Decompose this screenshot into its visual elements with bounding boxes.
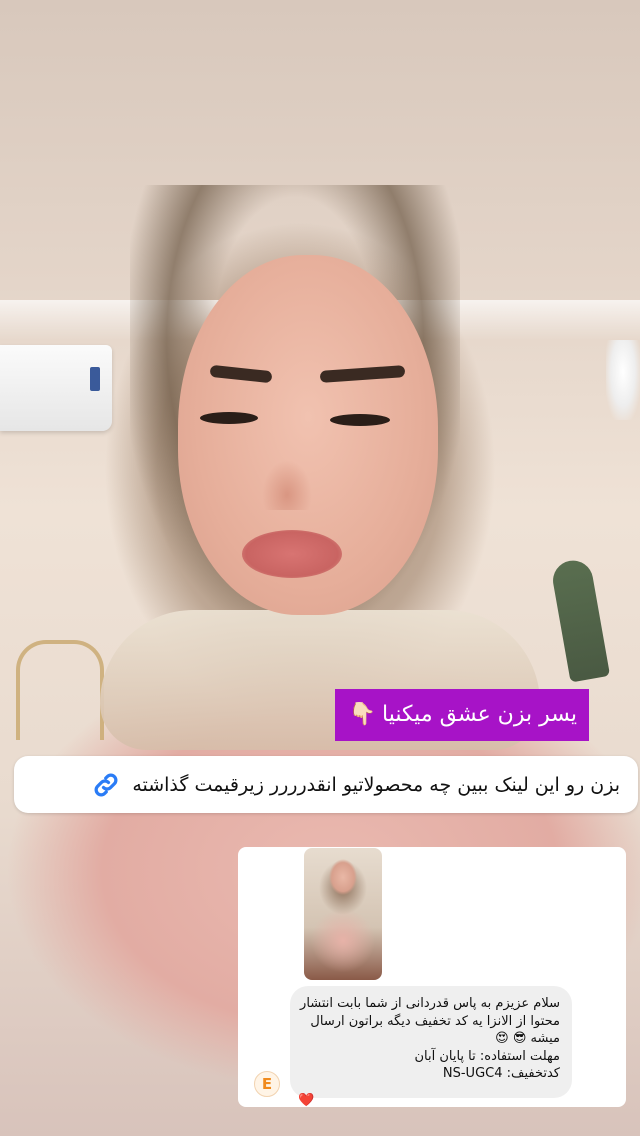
dm-message-line: میشه 😎 😍 (495, 1031, 560, 1046)
left-eye (200, 412, 258, 424)
link-sticker[interactable]: بزن رو این لینک ببین چه محصولاتیو انقدرر… (14, 756, 638, 813)
story-caption-purple: یسر بزن عشق میکنیا 👇🏻 (334, 689, 589, 741)
caption-text: یسر بزن عشق میکنیا (382, 702, 577, 727)
dm-message-line: مهلت استفاده: تا پایان آبان (414, 1048, 560, 1064)
pointing-down-icon: 👇🏻 (348, 702, 377, 727)
lips (242, 530, 342, 578)
air-conditioner (0, 345, 112, 431)
heart-reaction-icon: ❤️ (298, 1093, 315, 1107)
dm-message-line: سلام عزیزم به پاس قدردانی از شما بابت ان… (300, 996, 560, 1011)
lamp (606, 340, 640, 420)
chair-back (16, 640, 104, 740)
dm-message-bubble: سلام عزیزم به پاس قدردانی از شما بابت ان… (290, 986, 572, 1098)
dm-message-line: محتوا از الانزا یه کد تخفیف دیگه براتون … (310, 1013, 560, 1029)
link-icon (90, 769, 122, 801)
link-sticker-text: بزن رو این لینک ببین چه محصولاتیو انقدرر… (132, 773, 620, 796)
dm-shared-photo (304, 848, 382, 980)
dm-screenshot: سلام عزیزم به پاس قدردانی از شما بابت ان… (238, 847, 626, 1107)
right-eye (330, 414, 390, 426)
sender-avatar: E (254, 1071, 280, 1097)
nose (262, 460, 312, 510)
dm-message-line: کدتخفیف: NS-UGC4 (442, 1066, 560, 1081)
